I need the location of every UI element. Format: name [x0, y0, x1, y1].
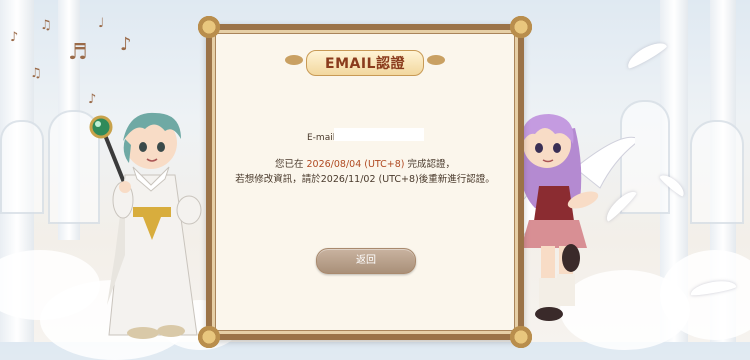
status-suffix: 完成認證， [404, 159, 456, 170]
ornament-corner [196, 324, 222, 350]
music-note-icon: ♫ [40, 18, 52, 33]
music-note-icon: ♩ [98, 16, 105, 31]
music-note-icon: ♪ [10, 30, 19, 45]
music-note-icon: ♪ [120, 34, 132, 55]
verification-date: 2026/08/04 (UTC+8) [306, 159, 405, 170]
title-badge: EMAIL認證 [285, 50, 445, 76]
verification-status-message: 您已在 2026/08/04 (UTC+8) 完成認證， [212, 156, 518, 170]
back-button[interactable]: 返回 [316, 248, 416, 274]
page-title: EMAIL認證 [325, 56, 405, 72]
email-verification-panel: EMAIL認證 E-mail： 您已在 2026/08/04 (UTC+8) 完… [196, 14, 534, 350]
status-prefix: 您已在 [274, 159, 307, 170]
wing-ornament-icon [285, 55, 304, 65]
ornament-corner [508, 14, 534, 40]
angel-character-illustration [507, 114, 635, 321]
music-note-icon: ♫ [30, 66, 42, 81]
ornament-corner [508, 324, 534, 350]
priest-character-illustration [89, 112, 202, 339]
ornament-corner [196, 14, 222, 40]
email-field[interactable] [334, 128, 424, 141]
music-note-icon: ♬ [68, 40, 88, 65]
title-banner: EMAIL認證 [212, 50, 518, 76]
reverification-notice: 若想修改資訊，請於2026/11/02 (UTC+8)後重新進行認證。 [235, 174, 495, 185]
wing-ornament-icon [426, 55, 445, 65]
